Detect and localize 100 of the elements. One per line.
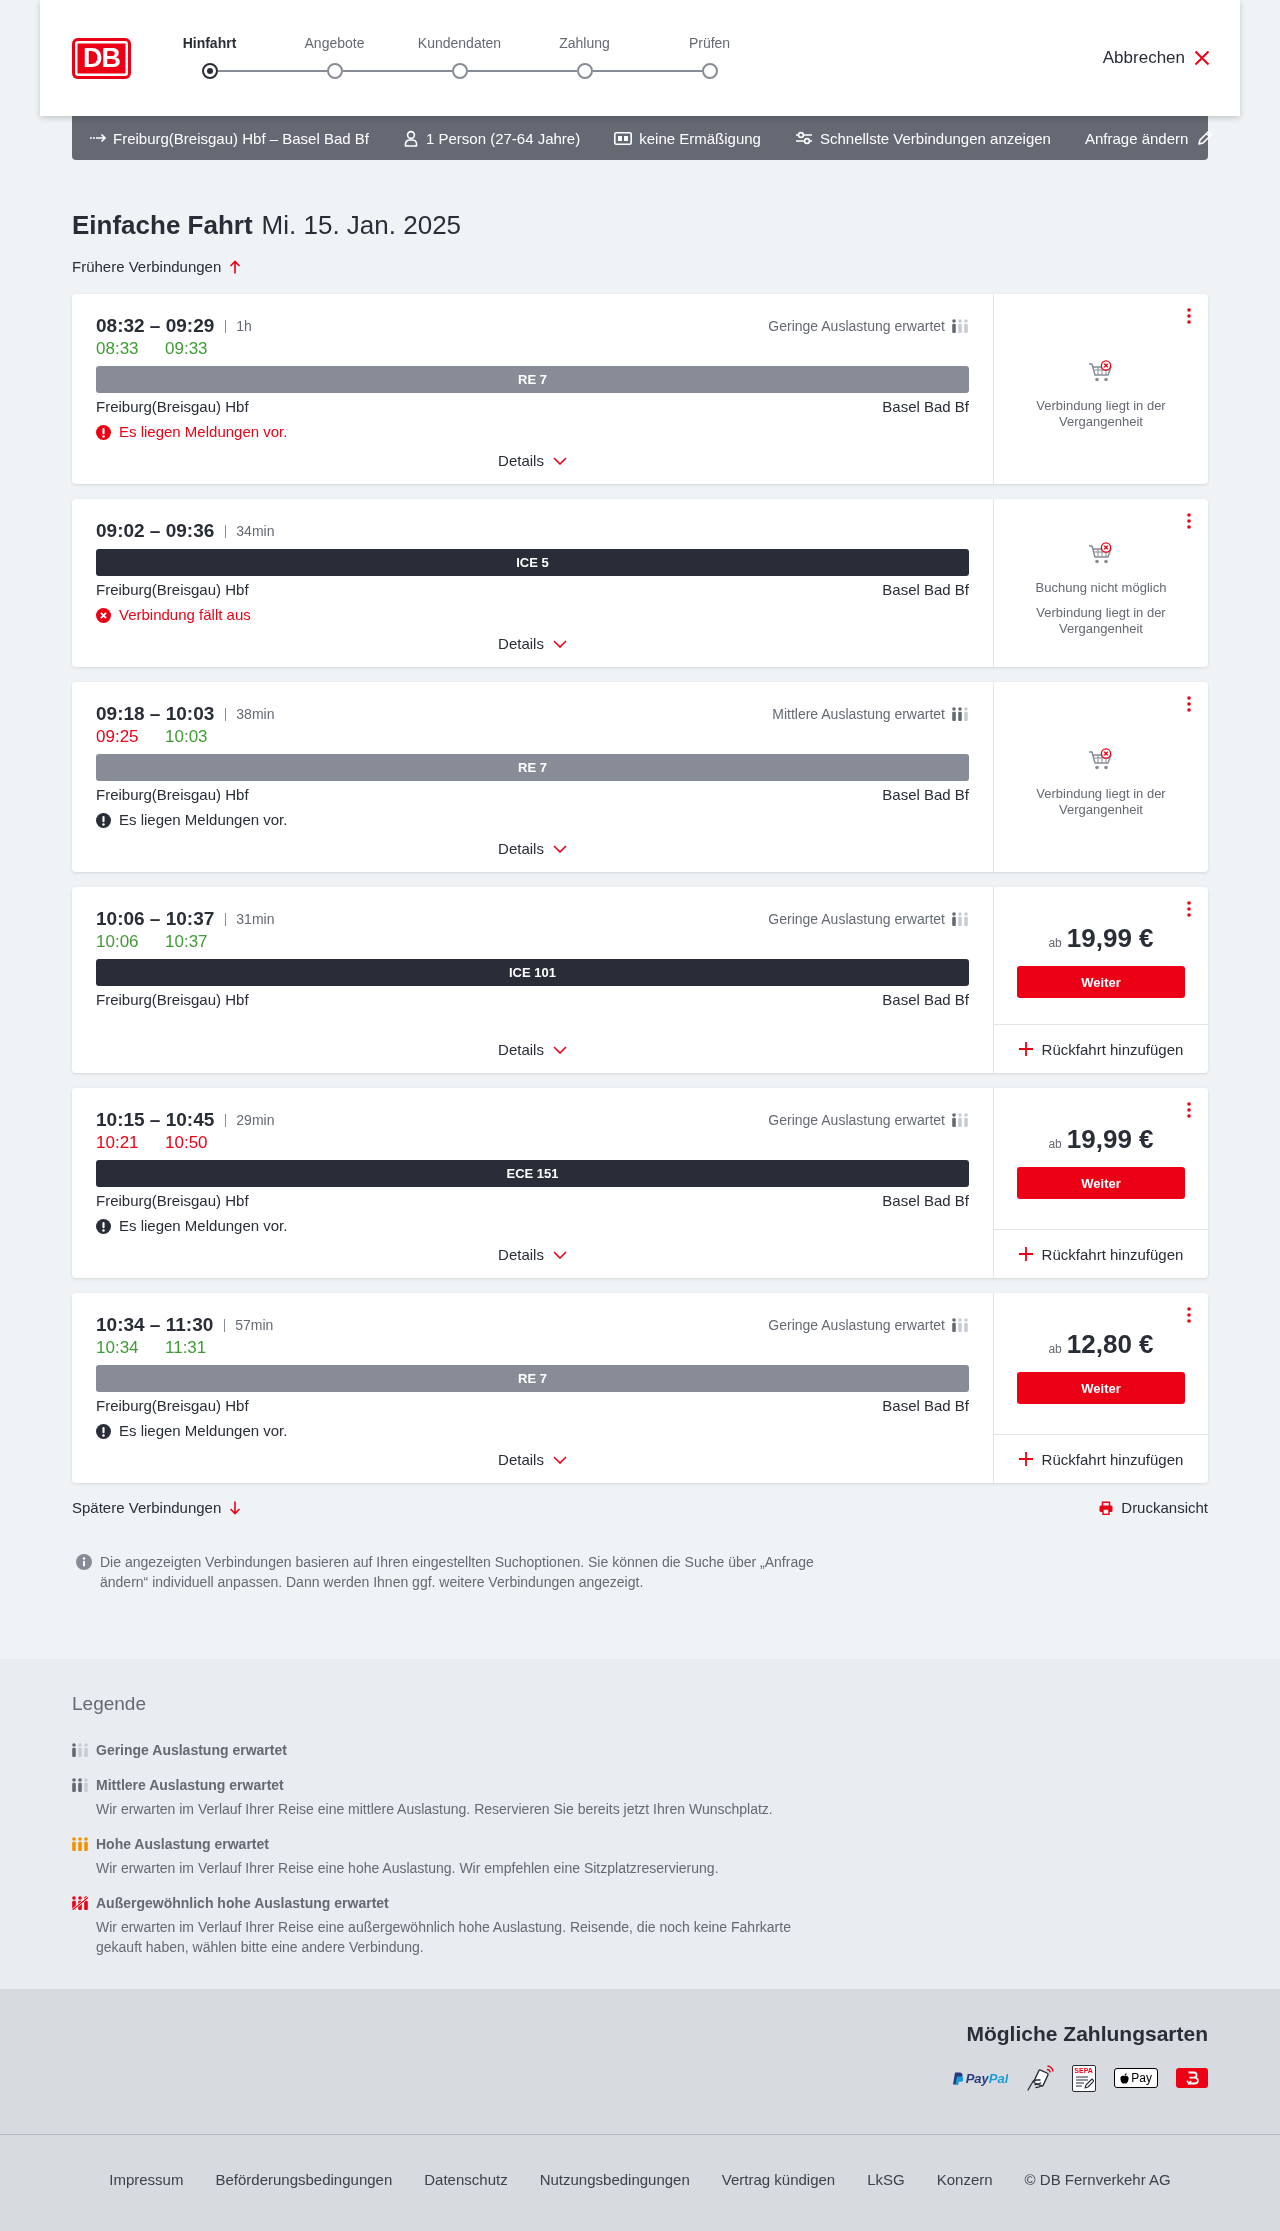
info-note-text: Die angezeigten Verbindungen basieren auf Ihren eingestellten Suchoptionen. Sie können die Suche über „Anfrage ändern“ individuell anpassen. Dann werden Ihnen ggf. weitere Verbindungen angezeigt. xyxy=(100,1553,815,1592)
print-view-link[interactable]: Druckansicht xyxy=(1099,1498,1208,1518)
realtime-text: 10:34 xyxy=(96,1337,140,1359)
alert-icon xyxy=(96,1218,111,1234)
arrival-station: Basel Bad Bf xyxy=(882,580,969,600)
occupancy-icon xyxy=(72,1837,89,1851)
continue-button[interactable]: Weiter xyxy=(1017,1167,1185,1199)
payment-methods-title: Mögliche Zahlungsarten xyxy=(966,2021,1208,2047)
price-prefix: ab xyxy=(1048,1341,1062,1358)
footer-link[interactable]: Datenschutz xyxy=(424,2170,508,2190)
occupancy-icon xyxy=(952,319,969,333)
legend-item-text: Wir erwarten im Verlauf Ihrer Reise eine hohe Auslastung. Wir empfehlen eine Sitzplatzreservierung. xyxy=(96,1859,719,1878)
more-options-icon[interactable] xyxy=(1187,901,1191,917)
departure-station: Freiburg(Breisgau) Hbf xyxy=(96,580,249,600)
details-button[interactable]: Details xyxy=(498,449,567,473)
continue-button[interactable]: Weiter xyxy=(1017,1372,1185,1404)
chevron-down-icon xyxy=(552,457,567,465)
step-label: Prüfen xyxy=(688,34,731,53)
card-icon xyxy=(614,131,633,145)
add-return-trip-button[interactable]: Rückfahrt hinzufügen xyxy=(1018,1450,1184,1468)
occupancy-icon xyxy=(72,1778,89,1792)
add-return-trip-button[interactable]: Rückfahrt hinzufügen xyxy=(1018,1040,1184,1058)
more-options-icon[interactable] xyxy=(1187,308,1191,324)
occupancy-icon xyxy=(952,1113,969,1127)
time-range: 08:32 – 09:29 xyxy=(96,314,215,338)
arrow-down-icon xyxy=(229,1501,242,1515)
duration-text: 34min xyxy=(236,523,275,539)
step-label: Zahlung xyxy=(559,34,610,53)
footer-link[interactable]: LkSG xyxy=(867,2170,905,2190)
plus-icon xyxy=(1018,1247,1033,1261)
arrival-station: Basel Bad Bf xyxy=(882,785,969,805)
train-line-bar: ICE 101 xyxy=(96,959,969,986)
alert-icon xyxy=(96,812,111,828)
details-button[interactable]: Details xyxy=(498,1038,567,1062)
booking-note: Verbindung liegt in der Vergangenheit xyxy=(1035,786,1167,818)
message-text: Es liegen Meldungen vor. xyxy=(119,1216,288,1236)
footer-link[interactable]: Konzern xyxy=(936,2170,993,2190)
realtime-text: 10:37 xyxy=(165,931,209,953)
realtime-text: 09:33 xyxy=(165,338,209,360)
occupancy-icon xyxy=(72,1743,89,1757)
edit-request-button[interactable]: Anfrage ändern xyxy=(1084,129,1214,147)
duration-text: 57min xyxy=(235,1317,274,1333)
chevron-down-icon xyxy=(552,1251,567,1259)
departure-station: Freiburg(Breisgau) Hbf xyxy=(96,990,249,1010)
person-icon xyxy=(402,129,419,147)
continue-button[interactable]: Weiter xyxy=(1017,966,1185,998)
time-range: 10:34 – 11:30 xyxy=(96,1313,214,1337)
cancel-button[interactable]: Abbrechen xyxy=(1102,47,1210,69)
legend-item-text: Wir erwarten im Verlauf Ihrer Reise eine außergewöhnlich hohe Auslastung. Reisende, die noch keine Fahrkarte gekauft haben, wählen bitte eine andere Verbindung. xyxy=(96,1918,792,1957)
route-text: Freiburg(Breisgau) Hbf – Basel Bad Bf xyxy=(113,129,369,147)
footer-link[interactable]: Impressum xyxy=(109,2170,184,2190)
cart-x-icon xyxy=(1088,748,1114,772)
occupancy-icon xyxy=(952,707,969,721)
pencil-icon xyxy=(1197,130,1214,146)
x-circle-icon xyxy=(96,607,111,623)
footer-link[interactable]: © DB Fernverkehr AG xyxy=(1024,2170,1171,2190)
realtime-text: 10:21 xyxy=(96,1132,140,1154)
legend-title: Legende xyxy=(72,1692,147,1716)
plus-icon xyxy=(1018,1452,1033,1466)
step-label: Kundendaten xyxy=(417,34,502,53)
chevron-down-icon xyxy=(552,640,567,648)
discount-text: keine Ermäßigung xyxy=(639,129,761,147)
price-label: 19,99 € xyxy=(1066,923,1154,953)
legend-item-title: Mittlere Auslastung erwartet xyxy=(96,1776,285,1795)
duration-text: 38min xyxy=(236,706,275,722)
more-options-icon[interactable] xyxy=(1187,1102,1191,1118)
add-return-trip-button[interactable]: Rückfahrt hinzufügen xyxy=(1018,1245,1184,1263)
time-range: 09:18 – 10:03 xyxy=(96,702,215,726)
footer-link[interactable]: Vertrag kündigen xyxy=(721,2170,836,2190)
more-options-icon[interactable] xyxy=(1187,513,1191,529)
realtime-text: 10:03 xyxy=(165,726,209,748)
occupancy-icon xyxy=(72,1896,89,1910)
details-button[interactable]: Details xyxy=(498,1243,567,1267)
db-logo[interactable]: DB xyxy=(72,38,131,79)
legend-item-title: Hohe Auslastung erwartet xyxy=(96,1835,270,1854)
departure-station: Freiburg(Breisgau) Hbf xyxy=(96,785,249,805)
price-prefix: ab xyxy=(1048,935,1062,952)
details-button[interactable]: Details xyxy=(498,1448,567,1472)
info-icon xyxy=(76,1554,92,1570)
more-options-icon[interactable] xyxy=(1187,696,1191,712)
legend-item-text: Wir erwarten im Verlauf Ihrer Reise eine mittlere Auslastung. Reservieren Sie bereits jetzt Ihren Wunschplatz. xyxy=(96,1800,773,1819)
footer-link[interactable]: Beförderungsbedingungen xyxy=(215,2170,393,2190)
departure-station: Freiburg(Breisgau) Hbf xyxy=(96,1396,249,1416)
details-button[interactable]: Details xyxy=(498,632,567,656)
later-connections-link[interactable]: Spätere Verbindungen xyxy=(72,1498,242,1518)
more-options-icon[interactable] xyxy=(1187,1307,1191,1323)
message-text: Es liegen Meldungen vor. xyxy=(119,810,288,830)
earlier-connections-link[interactable]: Frühere Verbindungen xyxy=(72,257,242,277)
duration-text: 1h xyxy=(236,318,252,334)
travel-date: Mi. 15. Jan. 2025 xyxy=(261,209,462,241)
booking-note: Buchung nicht möglich xyxy=(1035,579,1167,596)
train-line-bar: ICE 5 xyxy=(96,549,969,576)
realtime-text: 09:25 xyxy=(96,726,140,748)
hand-card-icon xyxy=(1026,2065,1055,2091)
footer-link[interactable]: Nutzungsbedingungen xyxy=(539,2170,690,2190)
details-button[interactable]: Details xyxy=(498,837,567,861)
realtime-text: 08:33 xyxy=(96,338,140,360)
time-range: 10:15 – 10:45 xyxy=(96,1108,215,1132)
train-line-bar: ECE 151 xyxy=(96,1160,969,1187)
price-label: 12,80 € xyxy=(1066,1329,1154,1359)
